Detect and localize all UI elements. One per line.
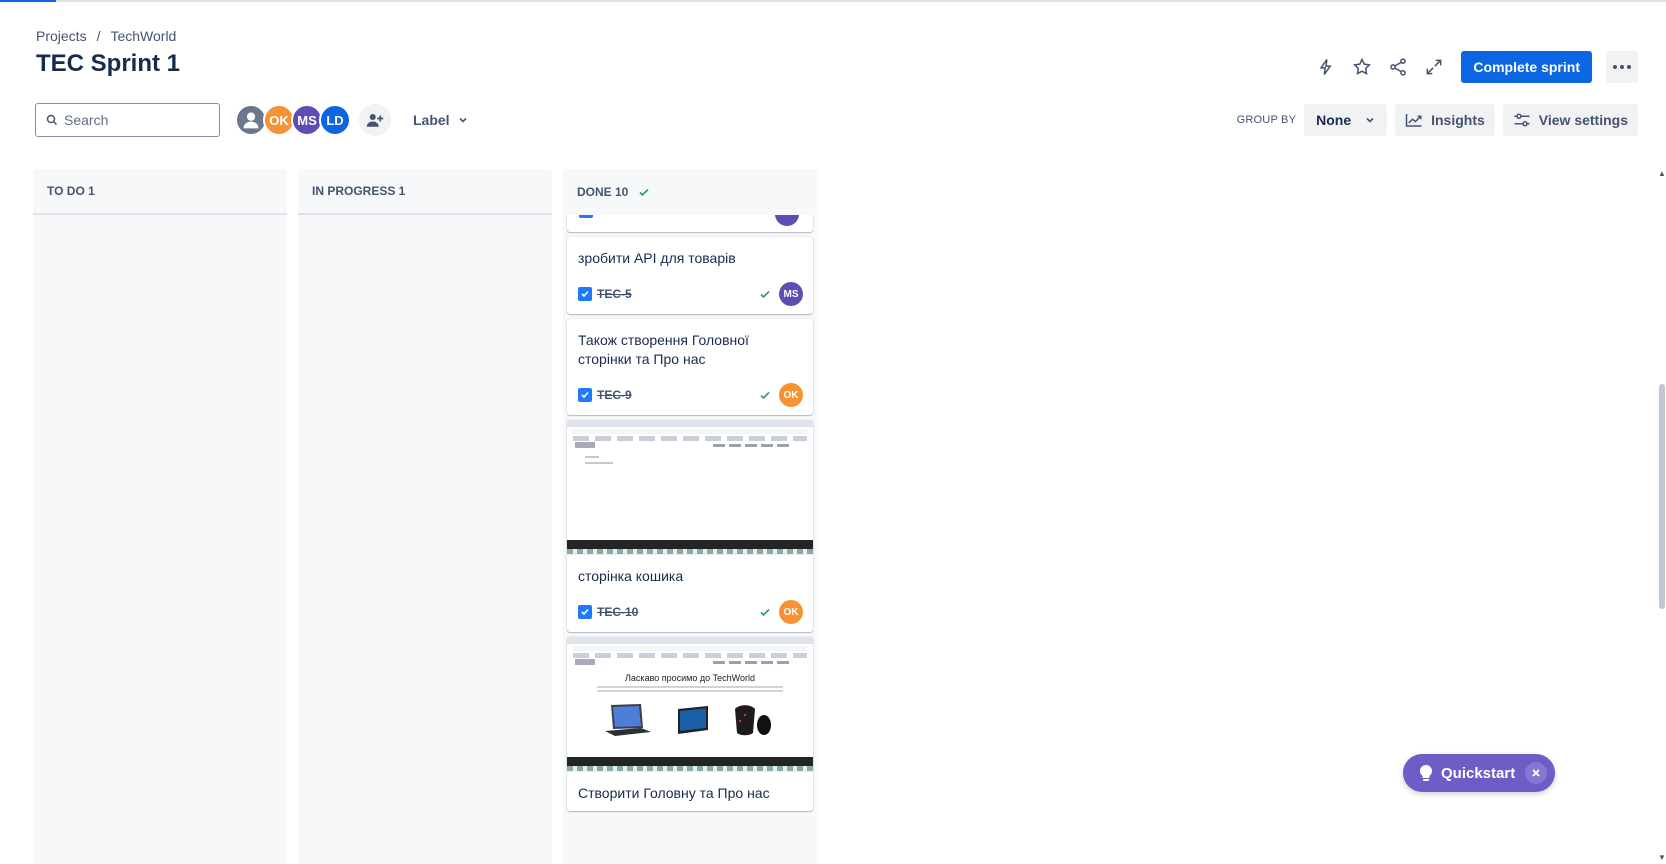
column-title-todo: TO DO 1: [47, 184, 95, 198]
column-header-in-progress[interactable]: IN PROGRESS 1: [298, 169, 552, 215]
user-icon: [243, 112, 259, 129]
breadcrumb-separator: /: [96, 28, 101, 44]
issue-key[interactable]: TEC-5: [597, 287, 632, 301]
chevron-down-icon: [459, 117, 467, 123]
done-check-icon: [760, 290, 770, 299]
search-input[interactable]: [64, 112, 194, 128]
toolbar-right: GROUP BY None Insights View settings: [1237, 104, 1638, 136]
scrollbar-thumb[interactable]: [1659, 384, 1665, 609]
lightbulb-icon: [1419, 764, 1433, 781]
share-icon[interactable]: [1383, 52, 1413, 82]
issue-card-main-about[interactable]: Ласкаво просимо до TechWorld Створити Го…: [567, 637, 813, 811]
add-user-icon: [366, 114, 384, 127]
search-icon: [46, 114, 58, 126]
quickstart-close-button[interactable]: [1525, 762, 1547, 784]
task-type-icon: [578, 388, 592, 402]
fullscreen-icon[interactable]: [1419, 52, 1449, 82]
group-by-label: GROUP BY: [1236, 114, 1297, 126]
done-check-icon: [760, 391, 770, 400]
page-loading-bar: [0, 0, 1666, 2]
done-check-icon: [760, 608, 770, 617]
issue-card[interactable]: [567, 215, 813, 232]
insights-label: Insights: [1431, 112, 1485, 128]
thumbnail-headline: Ласкаво просимо до TechWorld: [625, 673, 755, 683]
task-type-icon: [578, 287, 592, 301]
card-title: Також створення Головної сторінки та Про…: [578, 332, 749, 367]
task-type-icon: [578, 605, 592, 619]
insights-button[interactable]: Insights: [1395, 104, 1495, 136]
page-title: TEC Sprint 1: [36, 50, 181, 77]
board: TO DO 1 IN PROGRESS 1 DONE 10 зробити AP…: [33, 169, 817, 864]
breadcrumb-project[interactable]: TechWorld: [110, 28, 176, 44]
label-filter-dropdown[interactable]: Label: [413, 112, 468, 128]
more-icon: [1613, 65, 1631, 69]
column-todo: TO DO 1: [33, 169, 287, 864]
view-settings-button[interactable]: View settings: [1502, 104, 1638, 136]
close-icon: [1532, 769, 1540, 777]
chevron-down-icon: [1366, 117, 1374, 123]
view-settings-label: View settings: [1538, 112, 1628, 128]
star-icon[interactable]: [1347, 52, 1377, 82]
check-icon: [639, 188, 649, 197]
card-avatar: [775, 215, 799, 226]
card-checkbox: [579, 215, 593, 218]
column-done: DONE 10 зробити API для товарів TEC-5 MS…: [563, 169, 817, 864]
assignee-avatar[interactable]: MS: [779, 282, 803, 306]
complete-sprint-button[interactable]: Complete sprint: [1461, 51, 1592, 83]
card-cover-screenshot: [567, 420, 813, 555]
column-title-done: DONE 10: [577, 185, 629, 199]
page-scrollbar[interactable]: ▲ ▼: [1658, 169, 1666, 864]
chart-trend-icon: [1405, 114, 1422, 127]
issue-card-tec-10[interactable]: сторінка кошика TEC-10 OK: [567, 420, 813, 632]
keyboard-mouse-image: [735, 705, 771, 736]
column-header-todo[interactable]: TO DO 1: [33, 169, 287, 215]
more-actions-button[interactable]: [1606, 51, 1638, 83]
breadcrumb-projects[interactable]: Projects: [36, 28, 87, 44]
column-title-in-progress: IN PROGRESS 1: [312, 184, 406, 198]
card-cover-screenshot: Ласкаво просимо до TechWorld: [567, 637, 813, 772]
card-title: сторінка кошика: [578, 568, 684, 584]
avatar-ld[interactable]: LD: [319, 104, 351, 136]
assignee-avatar[interactable]: OK: [779, 383, 803, 407]
scroll-down-arrow-icon[interactable]: ▼: [1658, 853, 1666, 862]
scroll-up-arrow-icon[interactable]: ▲: [1658, 169, 1666, 178]
laptop-image: [605, 704, 651, 736]
issue-card-tec-9[interactable]: Також створення Головної сторінки та Про…: [567, 319, 813, 415]
group-by-value: None: [1316, 112, 1352, 128]
issue-key[interactable]: TEC-10: [597, 605, 638, 619]
issue-card-tec-5[interactable]: зробити API для товарів TEC-5 MS: [567, 237, 813, 314]
column-header-done[interactable]: DONE 10: [563, 169, 817, 215]
add-people-button[interactable]: [359, 104, 391, 136]
quickstart-button[interactable]: Quickstart: [1403, 754, 1555, 792]
label-filter-text: Label: [413, 112, 450, 128]
done-card-list[interactable]: зробити API для товарів TEC-5 MS Також с…: [563, 215, 817, 864]
breadcrumb: Projects / TechWorld: [36, 28, 176, 44]
group-by-dropdown[interactable]: None: [1304, 104, 1388, 136]
sliders-icon: [1514, 113, 1530, 127]
tablet-image: [678, 706, 708, 734]
quickstart-label: Quickstart: [1441, 764, 1516, 782]
search-field[interactable]: [35, 103, 220, 137]
assignee-avatars: OK MS LD: [235, 104, 351, 136]
card-title: Створити Головну та Про нас: [578, 785, 770, 801]
assignee-avatar[interactable]: OK: [779, 600, 803, 624]
column-in-progress: IN PROGRESS 1: [298, 169, 552, 864]
board-toolbar: OK MS LD Label GROUP BY None Insights Vi…: [35, 103, 1638, 137]
card-title: зробити API для товарів: [578, 250, 736, 266]
header-actions: Complete sprint: [1311, 51, 1638, 83]
issue-key[interactable]: TEC-9: [597, 388, 632, 402]
automation-lightning-icon[interactable]: [1311, 52, 1341, 82]
